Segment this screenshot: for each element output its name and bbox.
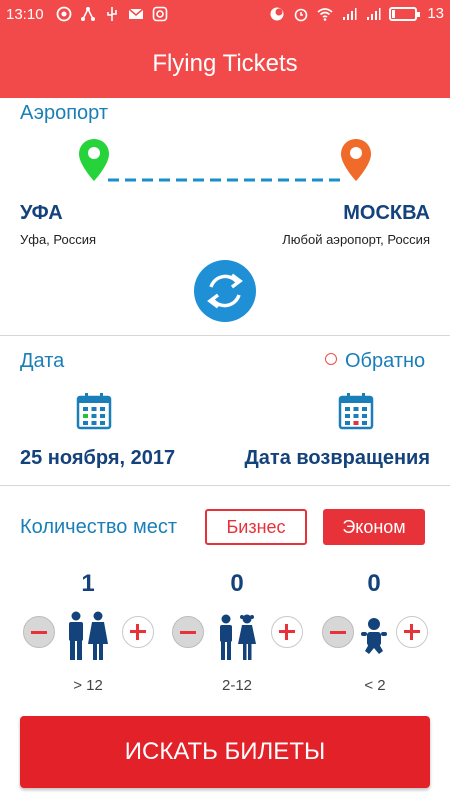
search-tickets-label: ИСКАТЬ БИЛЕТЫ [124,738,326,765]
infant-count: 0 [367,570,381,597]
adult-age-label: > 12 [73,677,103,694]
infant-plus-button[interactable] [396,616,428,648]
dnd-icon [270,7,284,20]
divider [0,335,450,336]
wifi-icon [317,7,333,21]
app-title: Flying Tickets [152,50,298,77]
status-bar: 13:10 13 [0,0,450,30]
whatsapp-icon [56,6,72,22]
destination-city[interactable]: МОСКВА [343,202,430,225]
alarm-icon [295,8,308,21]
child-count: 0 [230,570,244,597]
share-icon [81,7,95,21]
swap-button[interactable] [194,260,256,322]
adult-count: 1 [81,570,95,597]
business-class-button[interactable]: Бизнес [205,509,307,545]
infant-icon [361,618,387,654]
signal-icon [343,7,357,20]
return-radio-label[interactable]: Обратно [345,350,425,373]
return-radio[interactable] [325,353,337,365]
origin-pin-icon[interactable] [78,138,110,182]
infant-age-label: < 2 [364,677,386,694]
child-minus-button[interactable] [172,616,204,648]
status-notifications [56,6,168,22]
status-system: 13 [269,5,444,22]
child-plus-button[interactable] [271,616,303,648]
seats-section-title: Количество мест [20,516,177,538]
child-age-label: 2-12 [221,677,253,694]
departure-date[interactable]: 25 ноября, 2017 [20,447,175,470]
battery-level [392,9,396,18]
battery-percent: 13 [427,5,444,22]
adults-icon [69,611,108,660]
instagram-icon [152,6,168,22]
origin-city[interactable]: УФА [20,202,63,225]
usb-icon [107,7,117,21]
return-calendar-icon[interactable] [338,392,374,430]
signal-icon-2 [367,7,381,20]
search-tickets-button[interactable]: ИСКАТЬ БИЛЕТЫ [20,716,430,788]
origin-details[interactable]: Уфа, Россия [20,232,96,247]
infant-minus-button[interactable] [322,616,354,648]
airport-section-title: Аэропорт [20,102,109,124]
mail-icon [128,8,144,19]
departure-calendar-icon[interactable] [76,392,112,430]
swap-icon [207,273,243,309]
economy-class-button[interactable]: Эконом [323,509,425,545]
adult-plus-button[interactable] [122,616,154,648]
date-section-title: Дата [20,350,65,372]
battery-icon [389,6,421,21]
destination-details[interactable]: Любой аэропорт, Россия [282,232,430,247]
children-icon [220,614,256,660]
divider [0,485,450,486]
status-time: 13:10 [6,6,44,23]
adult-minus-button[interactable] [23,616,55,648]
destination-pin-icon[interactable] [340,138,372,182]
app-bar: Flying Tickets [0,30,450,98]
return-date[interactable]: Дата возвращения [245,447,430,470]
